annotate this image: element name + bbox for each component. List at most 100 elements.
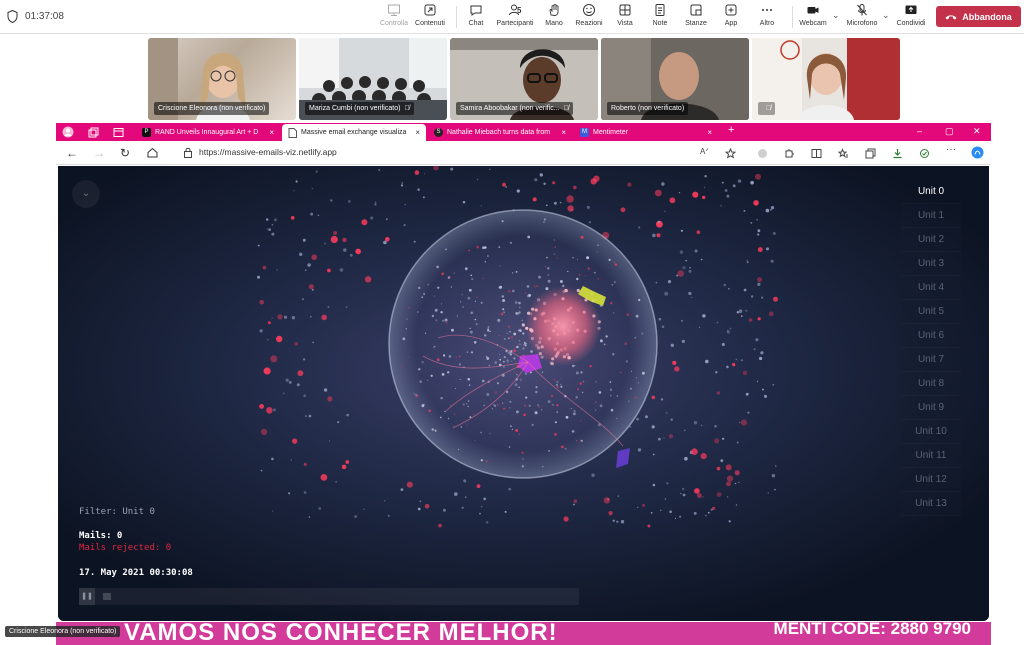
- unit-filter-item[interactable]: Unit 5: [901, 300, 961, 324]
- mail-point: [259, 404, 264, 409]
- unit-filter-item[interactable]: Unit 0: [901, 180, 961, 204]
- home-icon[interactable]: [147, 147, 158, 158]
- collections-icon[interactable]: [865, 148, 876, 159]
- mail-point: [503, 338, 506, 340]
- mail-point: [494, 391, 498, 394]
- mail-point: [589, 365, 592, 368]
- close-tab-icon[interactable]: ×: [561, 128, 566, 137]
- favorite-star-icon[interactable]: [725, 148, 736, 159]
- participant-tile[interactable]: Criscione Eleonora (non verificato): [148, 38, 296, 120]
- read-aloud-icon[interactable]: Aᐟ: [700, 147, 711, 158]
- split-screen-icon[interactable]: [811, 148, 822, 159]
- mail-point: [538, 275, 541, 279]
- unit-filter-item[interactable]: Unit 9: [901, 396, 961, 420]
- unit-filter-item[interactable]: Unit 6: [901, 324, 961, 348]
- browser-tab[interactable]: M Mentimeter ×: [574, 124, 718, 141]
- mail-point: [704, 175, 707, 178]
- mail-point: [441, 303, 443, 305]
- back-arrow-icon[interactable]: ←: [66, 146, 78, 160]
- unit-filter-item[interactable]: Unit 10: [901, 420, 961, 444]
- mail-point: [507, 325, 510, 328]
- mail-point: [669, 197, 676, 204]
- mail-point: [620, 207, 626, 213]
- mail-point: [257, 275, 260, 279]
- settings-more-icon[interactable]: ···: [946, 144, 957, 155]
- mail-point: [327, 268, 331, 273]
- pause-icon[interactable]: ❚❚: [79, 588, 95, 605]
- mail-point: [577, 388, 579, 391]
- favorites-icon[interactable]: [838, 148, 849, 159]
- browser-tab[interactable]: S Nathalie Miebach turns data from ×: [428, 124, 572, 141]
- close-tab-icon[interactable]: ×: [707, 128, 712, 137]
- extensions-puzzle-icon[interactable]: [784, 148, 795, 159]
- close-window-icon[interactable]: ✕: [973, 126, 981, 137]
- mail-point: [270, 355, 278, 363]
- mail-point: [637, 382, 639, 384]
- unit-filter-item[interactable]: Unit 1: [901, 204, 961, 228]
- unit-filter-item[interactable]: Unit 11: [901, 444, 961, 468]
- unit-filter-item[interactable]: Unit 2: [901, 228, 961, 252]
- mail-point: [534, 285, 537, 288]
- participant-tile[interactable]: Mariza Cumbi (non verificato) 🎙̸: [299, 38, 447, 120]
- mail-point: [417, 311, 419, 313]
- refresh-icon[interactable]: ↻: [120, 146, 130, 160]
- lock-icon[interactable]: [183, 147, 193, 158]
- email-visualization[interactable]: ⌄ Unit 0 Unit 1 Unit 2 Unit 3 Unit 4 Unit 5 Un…: [58, 166, 989, 621]
- collapse-chevron-icon[interactable]: ⌄: [72, 180, 100, 208]
- mail-point: [637, 448, 642, 452]
- mail-point: [664, 498, 666, 500]
- mail-point: [599, 339, 603, 343]
- unit-filter-item[interactable]: Unit 7: [901, 348, 961, 372]
- participant-tile[interactable]: Roberto (non verificato): [601, 38, 749, 120]
- filter-label: Filter: Unit 0: [79, 507, 155, 517]
- leave-meeting-button[interactable]: Abbandona: [936, 6, 1021, 27]
- minimize-icon[interactable]: –: [917, 126, 922, 136]
- profile-avatar-icon[interactable]: [62, 126, 74, 138]
- mail-point: [444, 248, 447, 251]
- mail-point: [484, 261, 486, 263]
- unit-filter-item[interactable]: Unit 13: [901, 492, 961, 516]
- microphone-button[interactable]: Microfono: [839, 3, 885, 27]
- share-content-button[interactable]: Contenuti: [407, 3, 453, 27]
- forward-arrow-icon[interactable]: →: [93, 146, 105, 160]
- browser-tab[interactable]: P RAND Unveils Innaugural Art + D ×: [136, 124, 280, 141]
- browser-essentials-icon[interactable]: [919, 148, 930, 159]
- mail-point: [670, 343, 674, 347]
- mail-point: [652, 483, 656, 487]
- close-tab-icon[interactable]: ×: [415, 128, 420, 137]
- browser-tab-active[interactable]: Massive email exchange visualiza ×: [282, 124, 426, 141]
- mail-point: [645, 415, 648, 419]
- unit-filter-item[interactable]: Unit 8: [901, 372, 961, 396]
- participant-tile[interactable]: Samira Aboobakar (non verific... 🎙̸: [450, 38, 598, 120]
- extension-icon[interactable]: [757, 148, 768, 159]
- mail-point: [456, 315, 458, 317]
- selected-unit-sphere[interactable]: [388, 209, 658, 479]
- unit-filter-item[interactable]: Unit 3: [901, 252, 961, 276]
- participant-tile[interactable]: 🎙̸: [752, 38, 900, 120]
- email-network-sphere[interactable]: [58, 166, 989, 621]
- copilot-icon[interactable]: [971, 146, 984, 159]
- timeline-slider[interactable]: ❚❚: [79, 588, 579, 605]
- mail-point: [614, 263, 617, 266]
- mail-point: [479, 512, 481, 515]
- mail-point: [547, 279, 551, 283]
- mail-point: [401, 365, 403, 367]
- downloads-icon[interactable]: [892, 148, 903, 159]
- more-button[interactable]: Altro: [744, 3, 790, 27]
- mail-point: [572, 256, 574, 259]
- unit-filter-item[interactable]: Unit 12: [901, 468, 961, 492]
- tab-actions-icon[interactable]: [113, 127, 124, 138]
- new-tab-button[interactable]: +: [728, 124, 734, 136]
- mail-point: [494, 404, 497, 407]
- collections-icon[interactable]: [88, 127, 99, 138]
- mail-point: [657, 220, 661, 224]
- mail-point: [691, 448, 698, 456]
- close-tab-icon[interactable]: ×: [269, 128, 274, 137]
- mail-point: [570, 408, 572, 410]
- webcam-button[interactable]: Webcam: [790, 3, 836, 27]
- maximize-icon[interactable]: ▢: [945, 126, 954, 137]
- share-button[interactable]: Condividi: [888, 3, 934, 27]
- url-field[interactable]: https://massive-emails-viz.netlify.app: [199, 147, 337, 157]
- unit-filter-item[interactable]: Unit 4: [901, 276, 961, 300]
- mail-point: [272, 510, 274, 512]
